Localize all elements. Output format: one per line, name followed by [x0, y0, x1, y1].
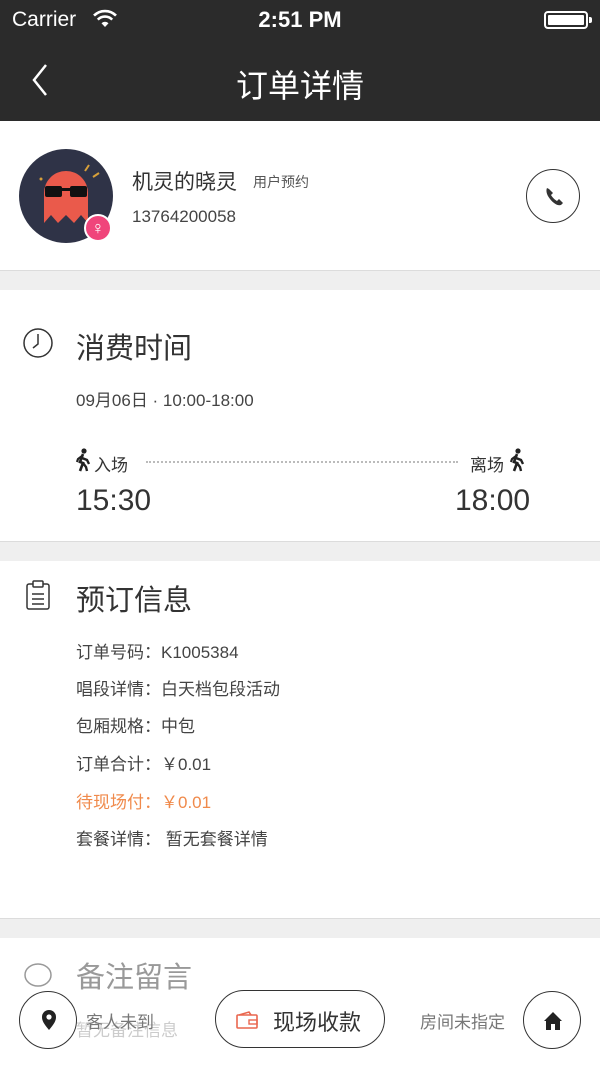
enter-time: 15:30: [76, 484, 152, 517]
walking-person-icon: [75, 448, 91, 472]
package-detail: 套餐详情： 暂无套餐详情: [76, 830, 268, 849]
booking-date-range: 09月06日 · 10:00-18:00: [76, 391, 254, 410]
order-info-card: 预订信息 订单号码：K1005384 唱段详情：白天档包段活动 包厢规格：中包 …: [0, 561, 600, 919]
location-button[interactable]: [19, 991, 77, 1049]
status-time: 2:51 PM: [258, 7, 342, 32]
female-icon: ♀: [84, 214, 112, 242]
location-pin-icon: [42, 1010, 56, 1030]
consumption-title: 消费时间: [76, 333, 193, 365]
nav-bar: 订单详情: [0, 40, 600, 121]
wallet-icon: [236, 1011, 258, 1029]
walking-person-icon: [509, 448, 525, 472]
user-name: 机灵的晓灵: [132, 171, 237, 194]
consumption-time-card: 消费时间 09月06日 · 10:00-18:00 入场 离场 15:30 18…: [0, 290, 600, 542]
collect-payment-label: 现场收款: [273, 1010, 362, 1035]
enter-label: 入场: [94, 456, 128, 475]
battery-icon: [544, 11, 592, 29]
status-bar: Carrier 2:51 PM: [0, 0, 600, 40]
call-button[interactable]: [526, 169, 580, 223]
booking-type-tag: 用户预约: [253, 174, 309, 190]
room-status: 房间未指定: [420, 1013, 505, 1032]
clock-icon: [23, 328, 53, 358]
clipboard-icon: [26, 580, 50, 610]
order-number: 订单号码：K1005384: [76, 643, 239, 662]
bottom-action-bar: 客人未到 现场收款 房间未指定: [0, 986, 600, 1067]
order-info-title: 预订信息: [76, 585, 193, 617]
order-total: 订单合计：￥0.01: [76, 755, 212, 774]
timeline-divider: [146, 461, 458, 463]
room-spec: 包厢规格：中包: [76, 717, 195, 736]
collect-payment-button[interactable]: 现场收款: [215, 990, 385, 1048]
home-button[interactable]: [523, 991, 581, 1049]
guest-status: 客人未到: [86, 1013, 154, 1032]
home-icon: [544, 1012, 562, 1030]
leave-time: 18:00: [455, 484, 531, 517]
user-card: ♀ 机灵的晓灵 用户预约 13764200058: [0, 121, 600, 271]
leave-label: 离场: [470, 456, 504, 475]
user-phone: 13764200058: [132, 207, 237, 226]
pay-on-site: 待现场付：￥0.01: [76, 793, 212, 812]
phone-icon: [546, 188, 563, 206]
session-detail: 唱段详情：白天档包段活动: [76, 680, 280, 699]
page-title: 订单详情: [235, 68, 364, 104]
